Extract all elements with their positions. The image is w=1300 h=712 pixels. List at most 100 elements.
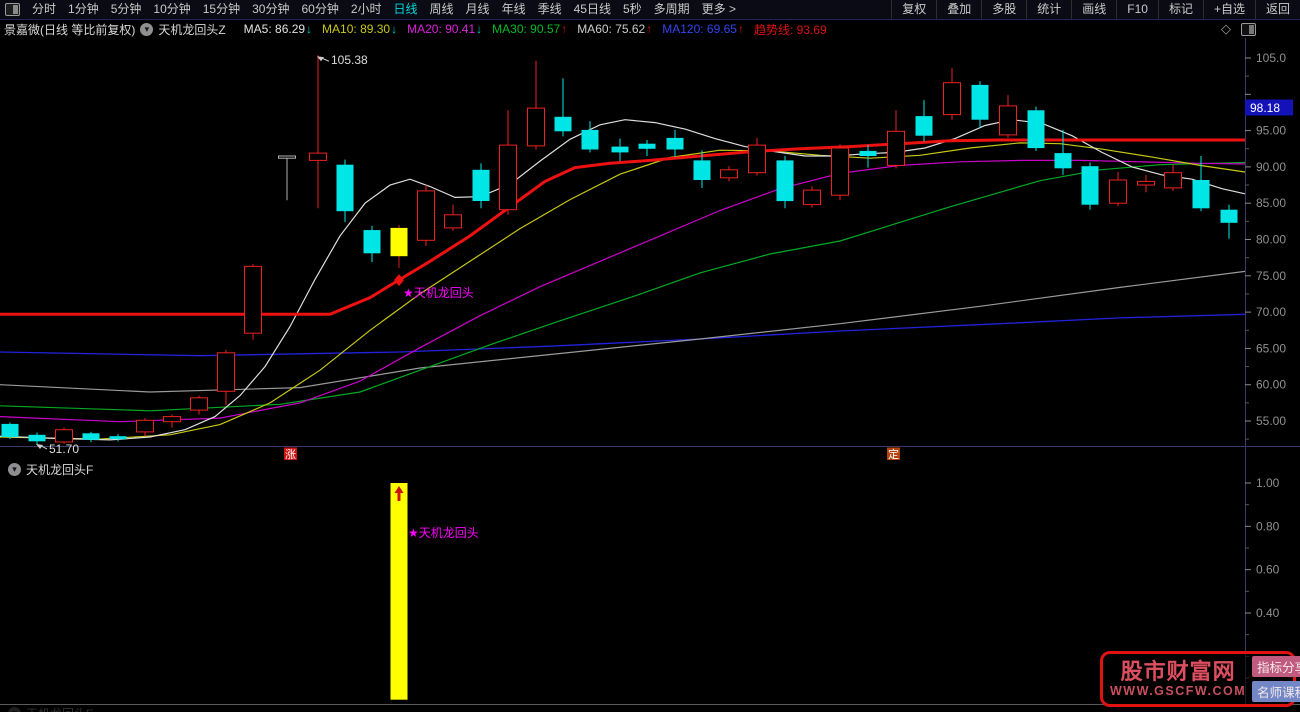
watermark-title: 股市财富网 xyxy=(1120,659,1236,684)
toolbar-button[interactable]: F10 xyxy=(1116,0,1158,19)
candle xyxy=(363,230,381,254)
chevron-down-circle-icon[interactable]: ▾ xyxy=(8,463,21,476)
period-tab[interactable]: 日线 xyxy=(388,0,424,19)
period-tab[interactable]: 分时 xyxy=(26,0,62,19)
candle xyxy=(1081,166,1099,205)
y-axis-label: 90.00 xyxy=(1256,160,1286,174)
y-axis-label: 1.00 xyxy=(1256,476,1280,490)
svg-text:98.18: 98.18 xyxy=(1250,101,1280,115)
split-pane-icon[interactable] xyxy=(1241,22,1256,36)
candle xyxy=(693,160,711,180)
candle xyxy=(887,130,905,166)
candle xyxy=(1027,110,1045,149)
toolbar-button[interactable]: 标记 xyxy=(1157,0,1203,19)
period-tab[interactable]: 1分钟 xyxy=(62,0,105,19)
chart-corner-icons: ◇ xyxy=(1221,20,1256,38)
series-MA20 xyxy=(0,159,1246,423)
watermark-brand: 股市财富网 WWW.GSCFW.COM xyxy=(1103,659,1246,699)
candle xyxy=(971,84,989,120)
y-axis-label: 105.0 xyxy=(1256,51,1286,65)
ma-readout: MA60: 75.62↑ xyxy=(577,22,653,36)
period-tab[interactable]: 60分钟 xyxy=(295,0,344,19)
candle xyxy=(638,143,656,149)
toolbar-button[interactable]: 画线 xyxy=(1071,0,1116,19)
candle xyxy=(444,214,462,229)
period-tab[interactable]: 10分钟 xyxy=(147,0,196,19)
y-axis-label: 75.00 xyxy=(1256,269,1286,283)
candle xyxy=(831,147,849,196)
period-tab[interactable]: 周线 xyxy=(424,0,460,19)
y-axis-label: 65.00 xyxy=(1256,341,1286,355)
toolbar-button[interactable]: 多股 xyxy=(981,0,1026,19)
candle xyxy=(217,352,235,392)
ma-readouts: MA5: 86.29↓ MA10: 89.30↓ MA20: 90.41↓ MA30:… xyxy=(234,21,827,38)
candle xyxy=(1137,180,1155,186)
candle xyxy=(417,190,435,241)
candle xyxy=(554,116,572,132)
candle xyxy=(999,105,1017,136)
indicator-name: 天机龙回头Z xyxy=(158,22,226,37)
diamond-marker-icon[interactable]: ◇ xyxy=(1221,21,1231,37)
y-axis-label: 0.80 xyxy=(1256,519,1280,533)
candle xyxy=(943,82,961,116)
period-tab[interactable]: 更多 > xyxy=(696,0,742,19)
y-axis-label: 80.00 xyxy=(1256,233,1286,247)
candle xyxy=(336,164,354,212)
period-tab[interactable]: 30分钟 xyxy=(246,0,295,19)
series-MA120 xyxy=(0,313,1246,357)
svg-text:定: 定 xyxy=(888,447,899,460)
watermark-badge-2: 名师课程 xyxy=(1252,681,1300,702)
chevron-down-circle-icon: ▾ xyxy=(8,707,21,712)
candle xyxy=(1220,209,1238,223)
trend-arrow-icon: ↑ xyxy=(737,22,744,36)
series-MA60 xyxy=(0,270,1246,393)
candle xyxy=(55,429,73,443)
low-annotation: 51.70 xyxy=(49,442,79,456)
candle xyxy=(472,169,490,201)
candle xyxy=(136,419,154,433)
toolbar-button[interactable]: 叠加 xyxy=(936,0,981,19)
period-tab[interactable]: 月线 xyxy=(460,0,496,19)
high-annotation: 105.38 xyxy=(331,53,368,67)
watermark-badges: 指标分享 名师课程 xyxy=(1252,654,1300,704)
trend-arrow-icon: ↑ xyxy=(561,22,568,36)
candle xyxy=(776,160,794,202)
period-tab[interactable]: 15分钟 xyxy=(197,0,246,19)
candle xyxy=(28,434,46,442)
candle xyxy=(915,116,933,136)
stock-title: 景嘉微(日线 等比前复权) xyxy=(4,22,136,37)
period-tab[interactable]: 多周期 xyxy=(648,0,696,19)
candle xyxy=(859,150,877,156)
signal-label: ★天机龙回头 xyxy=(403,286,474,300)
y-axis-label: 0.60 xyxy=(1256,563,1280,577)
main-chart: 105.0 95.00 90.00 85.00 80.00 75.00 70.00 65.00… xyxy=(0,38,1300,460)
y-axis-label: 60.00 xyxy=(1256,378,1286,392)
candle xyxy=(390,227,408,257)
period-tab[interactable]: 年线 xyxy=(496,0,532,19)
top-toolbar: 分时 1分钟 5分钟 10分钟 15分钟 30分钟 60分钟 2小时 日线 周线 月线 年线 季线 45日… xyxy=(0,0,1300,20)
y-axis-label: 85.00 xyxy=(1256,196,1286,210)
signal-diamond-icon xyxy=(394,274,404,287)
ma-readout: MA120: 69.65↑ xyxy=(662,22,744,36)
ma-readout: MA5: 86.29↓ xyxy=(243,22,313,36)
candle xyxy=(1109,179,1127,204)
candle xyxy=(190,397,208,411)
period-tab[interactable]: 2小时 xyxy=(345,0,388,19)
candle xyxy=(244,265,262,334)
period-tab[interactable]: 季线 xyxy=(532,0,568,19)
watermark-box: 股市财富网 WWW.GSCFW.COM 指标分享 名师课程 xyxy=(1100,651,1300,707)
candle xyxy=(278,155,296,159)
candle xyxy=(527,107,545,147)
candle xyxy=(309,152,327,161)
candle xyxy=(748,144,766,174)
toolbar-button[interactable]: 统计 xyxy=(1026,0,1071,19)
period-tab[interactable]: 5分钟 xyxy=(105,0,148,19)
chevron-down-circle-icon[interactable]: ▾ xyxy=(140,22,154,36)
toolbar-button[interactable]: 返回 xyxy=(1254,0,1300,19)
y-axis-label: 0.40 xyxy=(1256,606,1280,620)
period-tab[interactable]: 5秒 xyxy=(617,0,648,19)
app-window-icon[interactable] xyxy=(5,3,20,16)
toolbar-button[interactable]: +自选 xyxy=(1202,0,1255,19)
toolbar-button[interactable]: 复权 xyxy=(891,0,936,19)
period-tab[interactable]: 45日线 xyxy=(568,0,617,19)
